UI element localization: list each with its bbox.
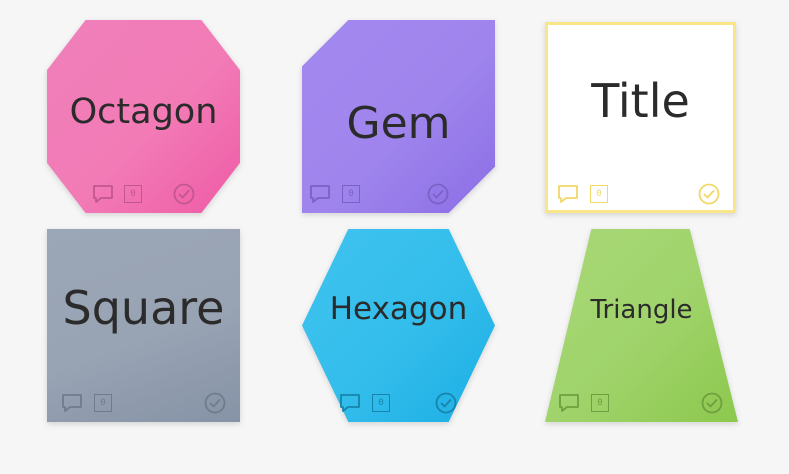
sticky-card-octagon[interactable]: Octagon 0 (47, 20, 240, 213)
sticky-card-square[interactable]: Square 0 (47, 229, 240, 422)
check-circle-icon[interactable] (701, 392, 723, 414)
comment-icon[interactable] (557, 183, 579, 205)
comment-icon[interactable] (339, 392, 361, 414)
sticky-card-title[interactable]: Title 0 (545, 22, 736, 213)
comment-count-icon: 0 (340, 183, 362, 205)
comment-icon[interactable] (92, 183, 114, 205)
check-circle-icon[interactable] (204, 392, 226, 414)
sticky-card-triangle[interactable]: Triangle 0 (545, 229, 738, 422)
comment-icon[interactable] (558, 392, 580, 414)
comment-count-icon: 0 (588, 183, 610, 205)
comment-count-icon: 0 (122, 183, 144, 205)
check-circle-icon[interactable] (173, 183, 195, 205)
sticky-card-gem[interactable]: Gem 0 (302, 20, 495, 213)
sticky-board: Octagon 0 Gem 0 Title 0 Square 0 Hexagon… (0, 0, 789, 474)
check-circle-icon[interactable] (427, 183, 449, 205)
check-circle-icon[interactable] (698, 183, 720, 205)
comment-count-icon: 0 (370, 392, 392, 414)
comment-icon[interactable] (61, 392, 83, 414)
comment-icon[interactable] (309, 183, 331, 205)
comment-count-icon: 0 (92, 392, 114, 414)
comment-count-icon: 0 (589, 392, 611, 414)
hexagon-shape (302, 229, 495, 422)
sticky-card-hexagon[interactable]: Hexagon 0 (302, 229, 495, 422)
check-circle-icon[interactable] (435, 392, 457, 414)
